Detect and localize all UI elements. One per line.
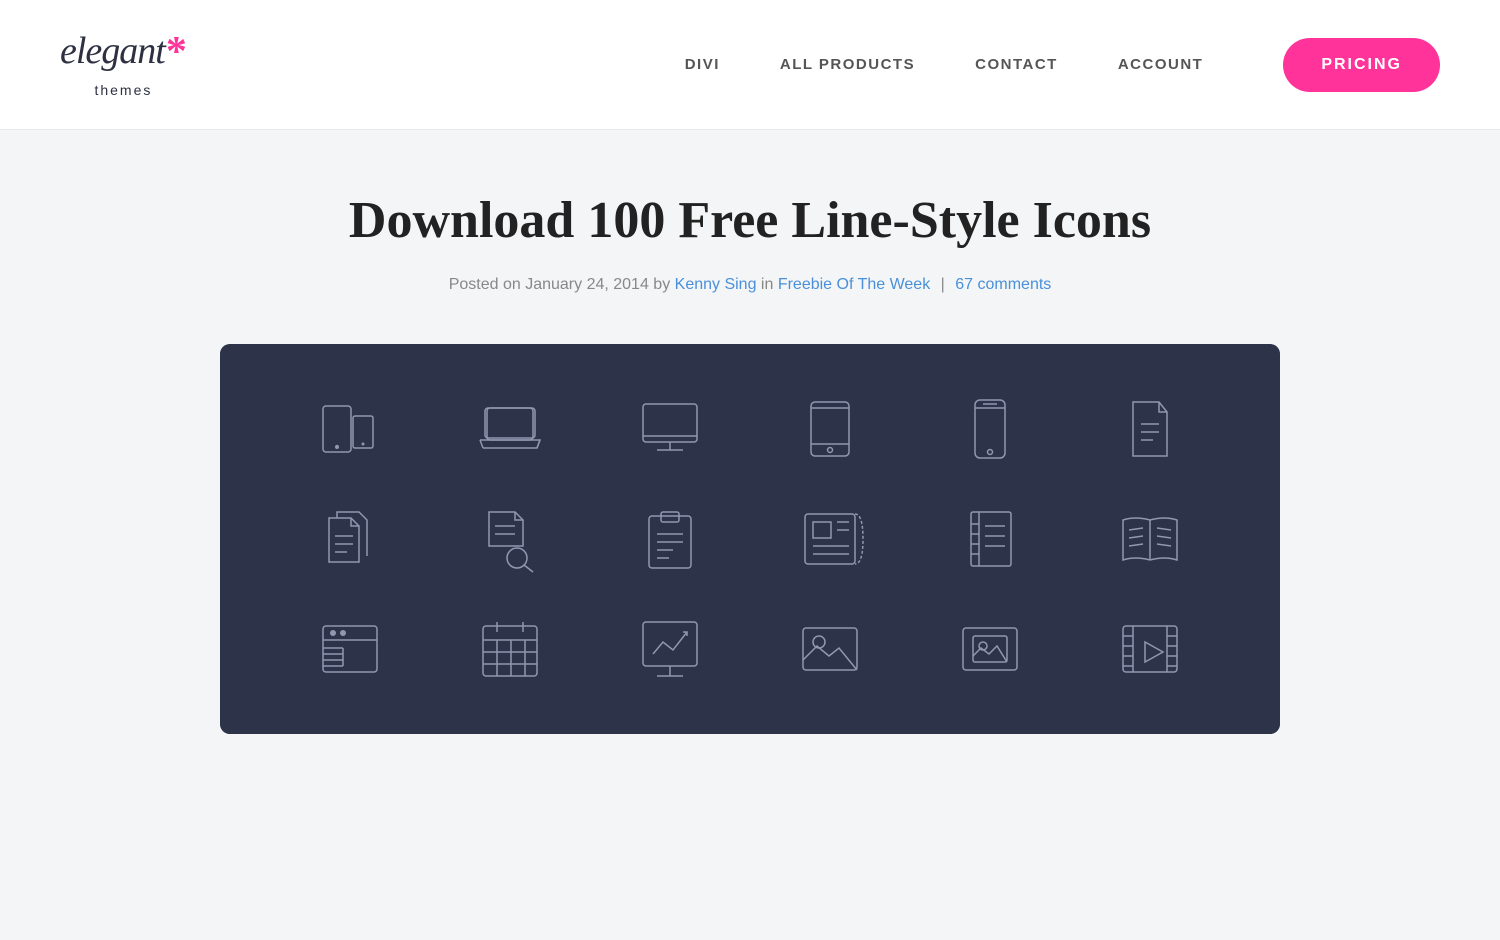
icon-multi-document [280, 504, 420, 574]
icon-open-book [1080, 504, 1220, 574]
icon-video [1080, 614, 1220, 684]
icon-calendar [440, 614, 580, 684]
meta-prefix: Posted on January 24, 2014 by [449, 276, 675, 293]
icon-monitor [600, 394, 740, 464]
category-link[interactable]: Freebie Of The Week [778, 276, 930, 293]
main-nav: DIVI ALL PRODUCTS CONTACT ACCOUNT PRICIN… [685, 38, 1440, 92]
icon-laptop [440, 394, 580, 464]
icon-search-document [440, 504, 580, 574]
site-header: elegant * themes DIVI ALL PRODUCTS CONTA… [0, 0, 1500, 130]
nav-contact[interactable]: CONTACT [975, 56, 1058, 73]
icon-devices [280, 394, 420, 464]
icon-presentation [600, 614, 740, 684]
logo[interactable]: elegant * themes [60, 32, 187, 98]
post-title: Download 100 Free Line-Style Icons [220, 190, 1280, 252]
post-meta: Posted on January 24, 2014 by Kenny Sing… [220, 276, 1280, 294]
icon-browser [280, 614, 420, 684]
meta-middle: in [756, 276, 777, 293]
icon-newspaper [760, 504, 900, 574]
author-link[interactable]: Kenny Sing [675, 276, 757, 293]
icon-notebook [920, 504, 1060, 574]
icon-showcase [220, 344, 1280, 734]
logo-text: elegant [60, 32, 165, 70]
icon-photo [920, 614, 1060, 684]
logo-subtext: themes [94, 82, 152, 98]
icon-clipboard [600, 504, 740, 574]
nav-all-products[interactable]: ALL PRODUCTS [780, 56, 915, 73]
icon-document [1080, 394, 1220, 464]
icon-tablet-portrait [760, 394, 900, 464]
logo-asterisk: * [166, 28, 187, 76]
meta-separator: | [936, 276, 949, 293]
comments-link[interactable]: 67 comments [955, 276, 1051, 293]
icon-showcase-wrapper [220, 344, 1280, 734]
icon-image-frame [760, 614, 900, 684]
icon-smartphone [920, 394, 1060, 464]
nav-account[interactable]: ACCOUNT [1118, 56, 1204, 73]
nav-divi[interactable]: DIVI [685, 56, 720, 73]
pricing-button[interactable]: PRICING [1283, 38, 1440, 92]
